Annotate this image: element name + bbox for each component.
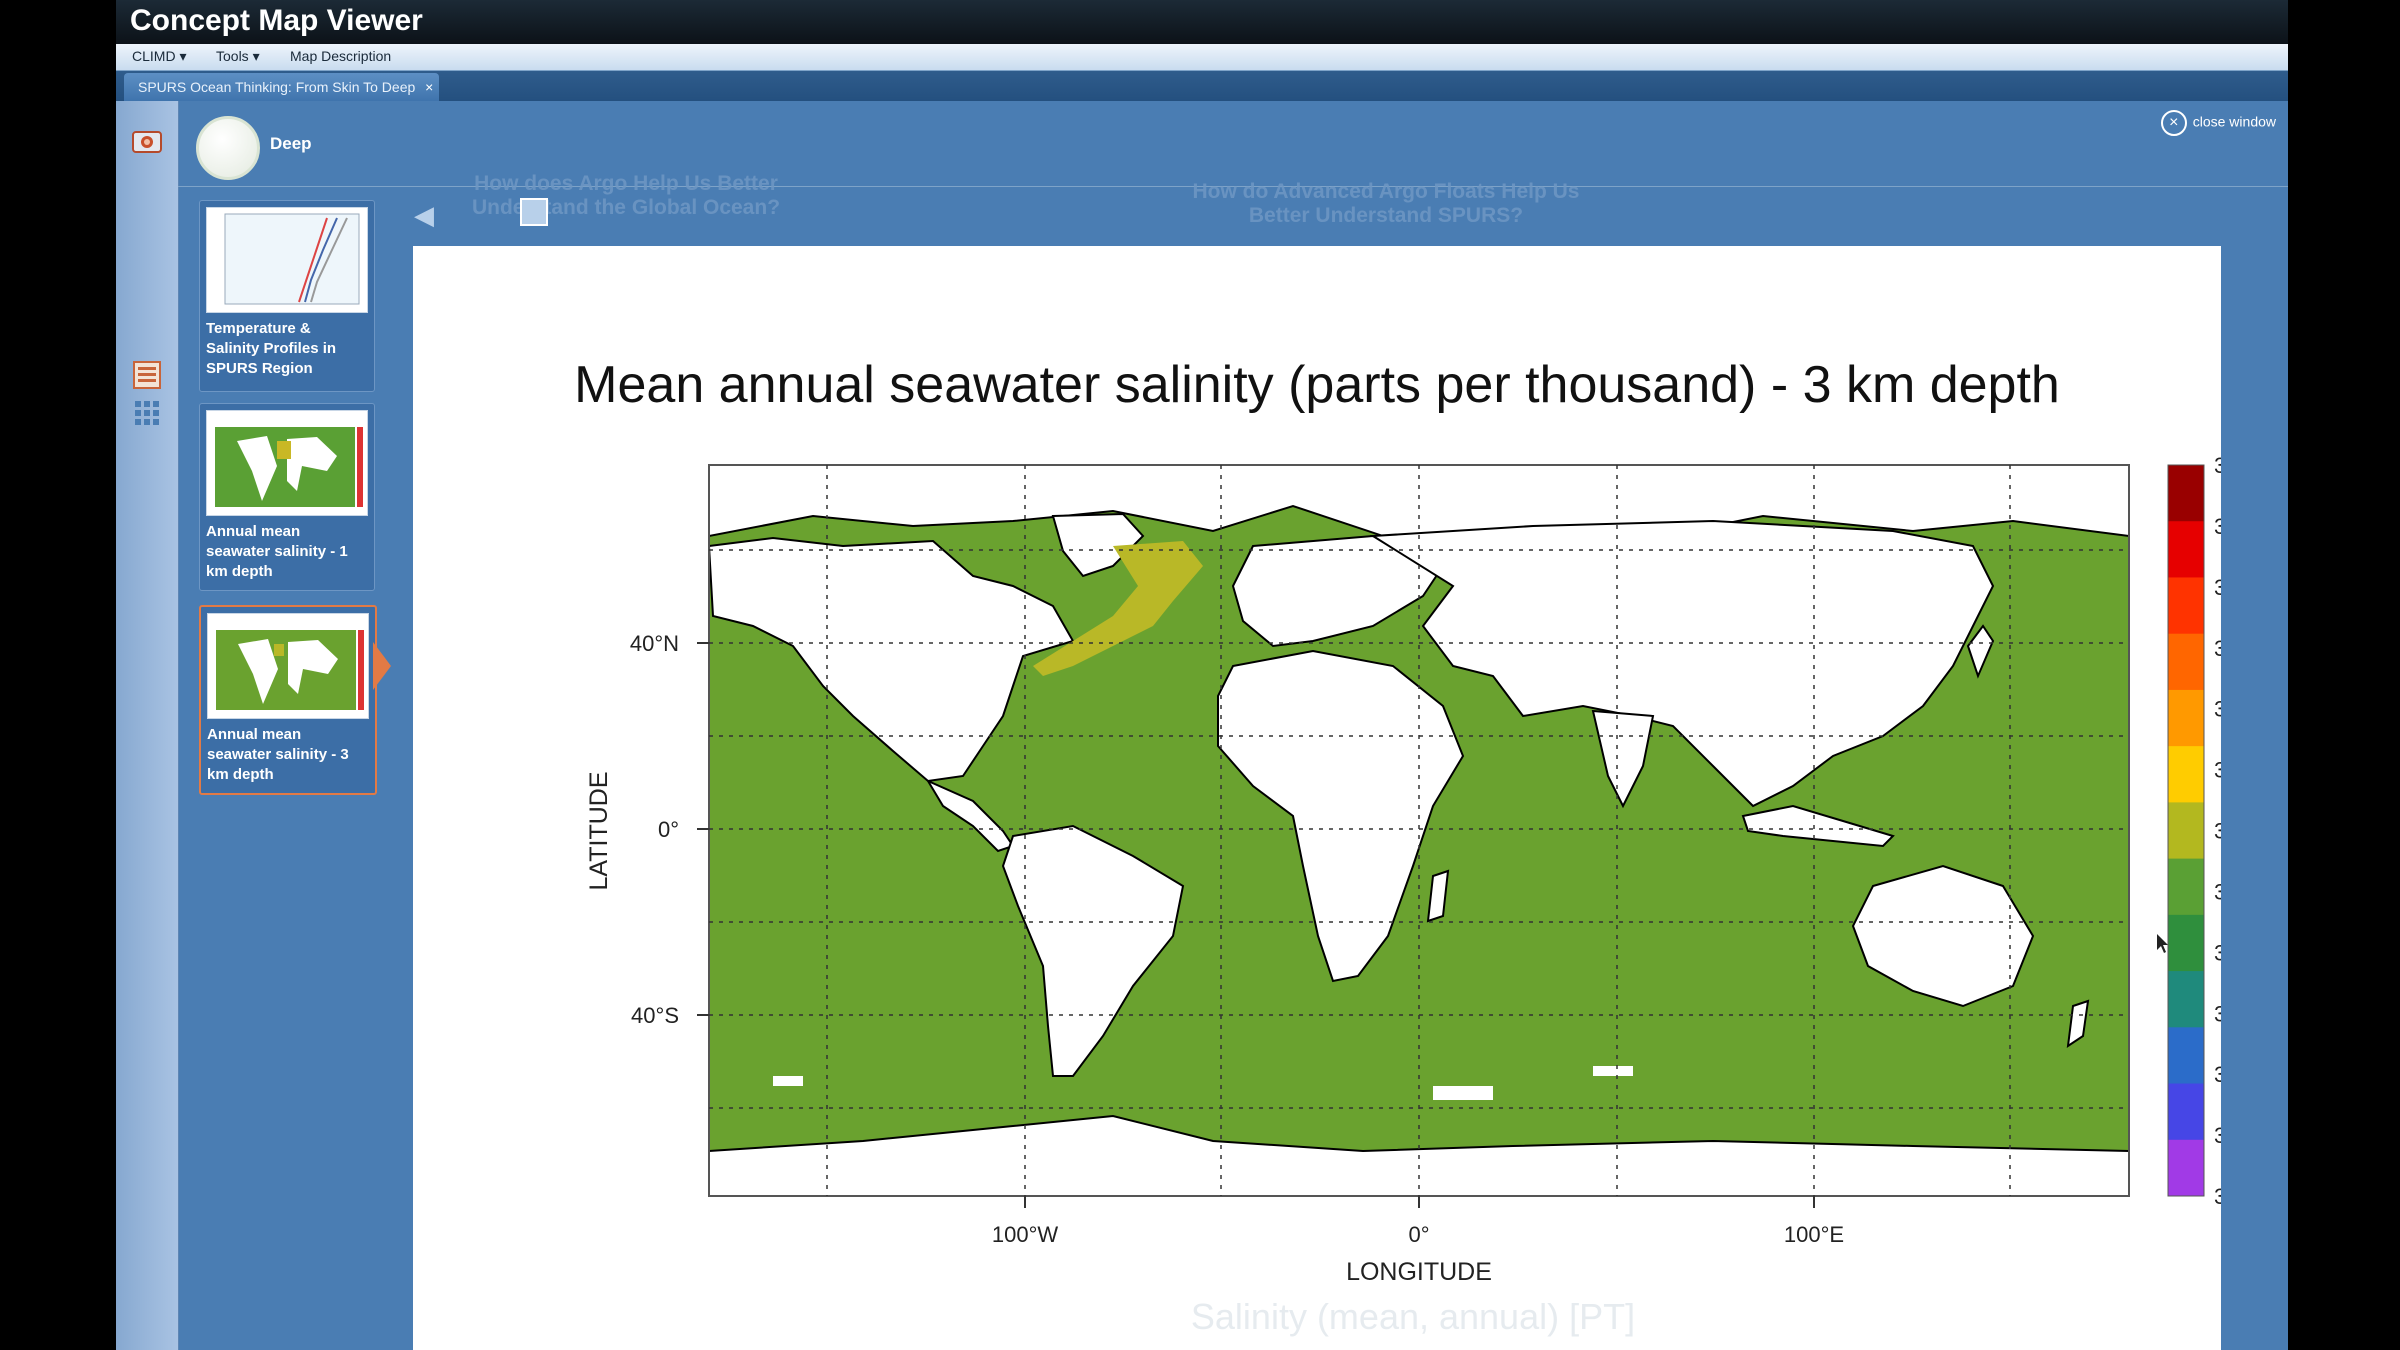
colorbar-tick-label: 37.5 — [2214, 514, 2221, 539]
app-title: Concept Map Viewer — [130, 4, 423, 37]
colorbar-swatch — [2168, 802, 2204, 860]
colorbar-swatch — [2168, 1027, 2204, 1085]
colorbar-tick-label: 38 — [2214, 453, 2221, 478]
close-icon: × — [2160, 110, 2187, 136]
salinity-map-icon — [215, 427, 363, 507]
colorbar-swatch — [2168, 914, 2204, 972]
colorbar-tick-label: 32 — [2214, 1184, 2221, 1209]
concept-node-deep[interactable] — [196, 116, 260, 180]
y-axis-label: LATITUDE — [585, 772, 613, 891]
tab-close-icon[interactable]: × — [425, 73, 433, 101]
colorbar-swatch — [2168, 1083, 2204, 1141]
colorbar-tick-label: 33.5 — [2214, 1001, 2221, 1026]
thumbnail-salinity-3km[interactable]: Annual mean seawater salinity - 3 km dep… — [199, 605, 377, 795]
tab-strip: SPURS Ocean Thinking: From Skin To Deep … — [116, 71, 2288, 101]
colorbar-swatch — [2168, 521, 2204, 578]
colorbar-tick-label: 34 — [2214, 940, 2221, 965]
title-bar: Concept Map Viewer — [116, 0, 2288, 44]
ghost-question-right: How do Advanced Argo Floats Help Us Bett… — [1192, 180, 1580, 227]
sea-gap — [1593, 1066, 1633, 1076]
salinity-chart: 100°W 0° 100°E 40°N 0° 40°S LONGITUDE LA… — [585, 453, 2221, 1286]
colorbar-tick-label: 33 — [2214, 1062, 2221, 1087]
y-tick-label: 40°S — [631, 1003, 679, 1028]
sea-gap — [1433, 1086, 1493, 1100]
thumbnail-salinity-1km[interactable]: Annual mean seawater salinity - 1 km dep… — [199, 403, 375, 591]
tab-spurs-ocean-thinking[interactable]: SPURS Ocean Thinking: From Skin To Deep … — [124, 73, 440, 101]
thumbnail-temperature-salinity[interactable]: Temperature & Salinity Profiles in SPURS… — [199, 200, 375, 392]
thumbnail-image — [206, 410, 368, 516]
close-window-button[interactable]: × close window — [2160, 110, 2276, 136]
colorbar: 38 37.5 37 36.5 36 35.5 35 34.5 34 33.5 33 32.5 32 — [2167, 453, 2221, 1209]
colorbar-swatch — [2168, 858, 2204, 916]
camera-icon[interactable] — [131, 125, 163, 157]
thumbnail-caption: Temperature & Salinity Profiles in SPURS… — [206, 320, 337, 377]
figure-panel: Mean annual seawater salinity (parts per… — [413, 246, 2221, 1350]
x-axis-label: LONGITUDE — [1346, 1258, 1492, 1286]
menu-map-description[interactable]: Map Description — [290, 48, 391, 64]
left-toolbar — [116, 101, 179, 1350]
prev-arrow-icon[interactable]: ◀ — [414, 200, 434, 231]
menu-tools[interactable]: Tools ▾ — [216, 48, 260, 65]
colorbar-tick-label: 36.5 — [2214, 636, 2221, 661]
colorbar-tick-label: 35.5 — [2214, 758, 2221, 783]
close-window-label: close window — [2192, 113, 2276, 130]
colorbar-swatch — [2168, 577, 2204, 635]
nav-thumbnail-icon[interactable] — [520, 198, 548, 226]
ghost-question-left: How does Argo Help Us Better Understand … — [471, 172, 781, 219]
colorbar-tick-label: 32.5 — [2214, 1123, 2221, 1148]
colorbar-swatch — [2168, 465, 2204, 522]
thumbnail-image — [206, 207, 368, 313]
colorbar-tick-label: 35 — [2214, 819, 2221, 844]
selected-indicator-arrow — [373, 642, 391, 690]
y-tick-label: 40°N — [630, 631, 679, 656]
thumbnail-caption: Annual mean seawater salinity - 3 km dep… — [207, 726, 349, 783]
thumbnail-image — [207, 613, 369, 719]
profile-plot-icon — [224, 213, 360, 305]
x-tick-label: 100°E — [1784, 1222, 1844, 1247]
tab-label: SPURS Ocean Thinking: From Skin To Deep — [138, 79, 416, 95]
app-window: Concept Map Viewer CLIMD ▾ Tools ▾ Map D… — [116, 0, 2288, 1350]
colorbar-tick-label: 34.5 — [2214, 879, 2221, 904]
menu-bar: CLIMD ▾ Tools ▾ Map Description — [116, 44, 2288, 71]
colorbar-swatch — [2168, 1139, 2204, 1197]
salinity-map-icon — [216, 630, 364, 710]
y-tick-label: 0° — [658, 817, 679, 842]
colorbar-tick-label: 36 — [2214, 697, 2221, 722]
colorbar-tick-label: 37 — [2214, 575, 2221, 600]
list-view-icon[interactable] — [131, 359, 163, 391]
colorbar-swatch — [2168, 689, 2204, 747]
colorbar-swatch — [2168, 633, 2204, 691]
ghost-bottom-text: Salinity (mean, annual) [PT] — [1190, 1296, 1636, 1337]
x-tick-label: 0° — [1408, 1222, 1429, 1247]
concept-node-label: Deep — [270, 134, 312, 153]
grid-view-icon[interactable] — [131, 397, 163, 429]
mouse-cursor-icon — [2157, 934, 2168, 953]
colorbar-swatch — [2168, 746, 2204, 803]
sea-gap — [773, 1076, 803, 1086]
x-tick-label: 100°W — [992, 1222, 1059, 1247]
menu-climd[interactable]: CLIMD ▾ — [132, 48, 186, 65]
thumbnail-caption: Annual mean seawater salinity - 1 km dep… — [206, 523, 348, 580]
colorbar-swatch — [2168, 971, 2204, 1028]
